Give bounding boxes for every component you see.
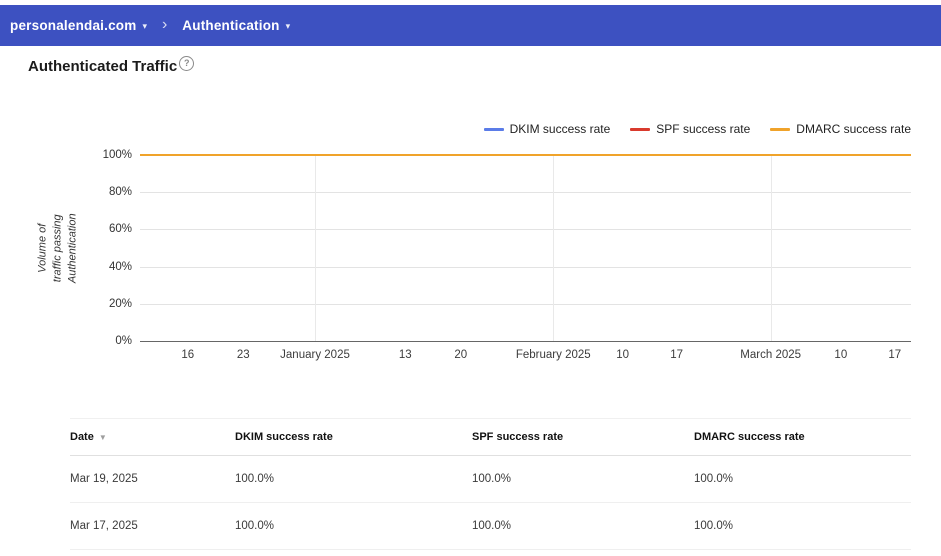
legend-item[interactable]: SPF success rate xyxy=(630,122,750,136)
table-row: Mar 17, 2025 100.0% 100.0% 100.0% xyxy=(70,503,911,550)
breadcrumb-chevron-icon: › xyxy=(161,15,168,33)
x-axis-tick-label: 17 xyxy=(888,349,902,361)
authenticated-traffic-chart: DKIM success rate SPF success rate DMARC s… xyxy=(28,110,911,362)
y-axis-title: Volume of traffic passing Authentication xyxy=(36,155,81,341)
page-title-row: Authenticated Traffic ? xyxy=(28,56,911,84)
table-header-row: Date ▼ DKIM success rate SPF success rate DM… xyxy=(70,418,911,456)
table-cell: 100.0% xyxy=(694,520,734,532)
legend-color-swatch-icon xyxy=(630,127,651,131)
table-row: Mar 19, 2025 100.0% 100.0% 100.0% xyxy=(70,456,911,503)
legend-item[interactable]: DMARC success rate xyxy=(770,122,911,136)
x-axis-tick-label: 13 xyxy=(398,349,412,361)
help-icon[interactable]: ? xyxy=(179,56,195,71)
x-axis-tick-label: 16 xyxy=(181,349,195,361)
sort-descending-icon: ▼ xyxy=(98,432,107,442)
table-cell: Mar 17, 2025 xyxy=(70,520,138,532)
table-cell: Mar 19, 2025 xyxy=(70,473,138,485)
x-axis-tick-label: 10 xyxy=(616,349,630,361)
column-header-label: DMARC success rate xyxy=(694,431,805,443)
plot-area xyxy=(140,155,911,342)
top-navigation-bar: personalendai.com ▾ › Authentication ▾ xyxy=(0,5,941,46)
x-axis-tick-label: 23 xyxy=(236,349,250,361)
table-cell: 100.0% xyxy=(694,473,734,485)
legend-item[interactable]: DKIM success rate xyxy=(483,122,611,136)
table-cell: 100.0% xyxy=(472,473,512,485)
y-axis-tick-label: 20% xyxy=(108,297,132,310)
chevron-down-icon: ▾ xyxy=(142,21,147,31)
main-content: Authenticated Traffic ? DKIM success rat… xyxy=(0,46,941,550)
column-header-label: DKIM success rate xyxy=(235,431,333,443)
page-title: Authenticated Traffic xyxy=(28,58,178,75)
column-header[interactable]: Date ▼ xyxy=(70,431,235,443)
x-axis-tick-label: January 2025 xyxy=(280,349,350,361)
y-axis-title-line2: Authentication xyxy=(66,213,79,283)
x-axis-tick-label: 17 xyxy=(670,349,684,361)
column-header-label: SPF success rate xyxy=(472,431,564,443)
legend-color-swatch-icon xyxy=(770,127,791,131)
y-axis-tick-label: 100% xyxy=(102,149,132,161)
y-axis-title-text: Volume of traffic passing Authentication xyxy=(36,213,81,283)
y-axis-title-line1: Volume of traffic passing xyxy=(36,214,64,282)
authentication-results-table: Date ▼ DKIM success rate SPF success rate DM… xyxy=(70,418,911,550)
y-axis-tick-label: 60% xyxy=(108,223,132,236)
x-axis-tick-label: 10 xyxy=(834,349,848,361)
chart-series-lines xyxy=(140,155,911,341)
y-axis-ticks: 0% 20% 40% 60% 80% 100% xyxy=(90,149,138,347)
column-header[interactable]: DMARC success rate xyxy=(694,431,911,443)
chevron-down-icon: ▾ xyxy=(285,21,291,31)
legend-label: SPF success rate xyxy=(656,122,751,136)
column-header[interactable]: SPF success rate xyxy=(472,431,694,443)
section-selector-label: Authentication xyxy=(182,18,280,33)
x-axis-tick-label: 20 xyxy=(454,349,468,361)
y-axis-tick-label: 40% xyxy=(108,260,132,273)
domain-selector-label: personalendai.com xyxy=(10,18,137,33)
domain-selector[interactable]: personalendai.com ▾ xyxy=(10,18,147,33)
section-selector[interactable]: Authentication ▾ xyxy=(182,18,290,33)
table-cell: 100.0% xyxy=(235,520,275,532)
x-axis-tick-label: March 2025 xyxy=(740,349,802,361)
table-cell: 100.0% xyxy=(472,520,512,532)
y-axis-tick-label: 0% xyxy=(115,335,132,347)
column-header[interactable]: DKIM success rate xyxy=(235,431,472,443)
x-axis-tick-label: February 2025 xyxy=(515,349,591,361)
legend-label: DKIM success rate xyxy=(509,122,611,136)
column-header-label: Date xyxy=(70,431,94,443)
chart-legend: DKIM success rate SPF success rate DMARC s… xyxy=(483,122,911,136)
legend-color-swatch-icon xyxy=(483,127,504,131)
table-cell: 100.0% xyxy=(235,473,275,485)
x-axis-ticks: 16 23 January 2025 13 20 February 2025 10 17 Mar… xyxy=(140,349,911,367)
legend-label: DMARC success rate xyxy=(796,122,911,136)
y-axis-tick-label: 80% xyxy=(108,186,132,199)
